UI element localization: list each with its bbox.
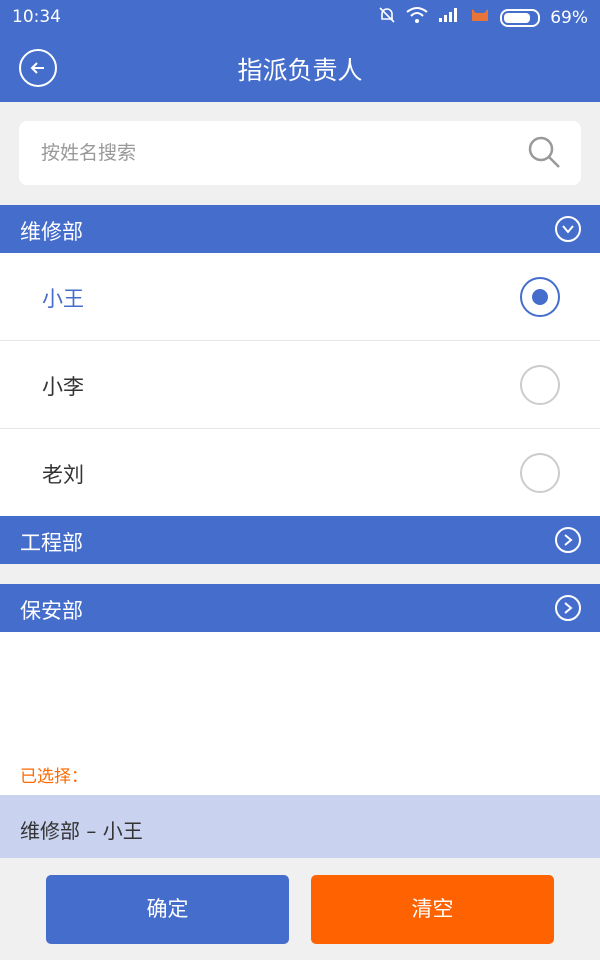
- selected-value: 维修部 – 小王: [20, 819, 143, 843]
- confirm-button[interactable]: 确定: [46, 875, 289, 944]
- cat-app-icon: [470, 6, 490, 29]
- page-title: 指派负责人: [237, 56, 363, 85]
- footer: 确定 清空: [0, 858, 600, 960]
- title-bar: 指派负责人: [0, 34, 600, 102]
- signal-icon: [438, 7, 460, 28]
- radio-unselected[interactable]: [520, 365, 560, 405]
- status-time: 10:34: [12, 7, 61, 27]
- department-header-engineering[interactable]: 工程部: [0, 516, 600, 564]
- radio-unselected[interactable]: [520, 453, 560, 493]
- search-icon[interactable]: [527, 135, 561, 173]
- department-name: 维修部: [20, 220, 83, 244]
- department-header-maintenance[interactable]: 维修部: [0, 205, 600, 253]
- chevron-right-icon: [555, 595, 581, 621]
- chevron-right-icon: [555, 527, 581, 553]
- search-area: [0, 102, 600, 205]
- chevron-down-icon: [555, 216, 581, 242]
- search-box: [19, 121, 581, 185]
- department-name: 保安部: [20, 599, 83, 623]
- department-name: 工程部: [20, 531, 83, 555]
- person-name: 小王: [42, 287, 84, 311]
- person-row[interactable]: 小李: [0, 341, 600, 429]
- mute-bell-icon: [378, 6, 396, 29]
- status-bar: 10:34 69%: [0, 0, 600, 34]
- radio-selected[interactable]: [520, 277, 560, 317]
- battery-percent: 69%: [550, 7, 588, 28]
- status-icons: 69%: [378, 6, 588, 29]
- selected-summary: 维修部 – 小王: [0, 795, 600, 858]
- section-gap: [0, 564, 600, 584]
- search-input[interactable]: [41, 121, 501, 185]
- person-name: 老刘: [42, 463, 84, 487]
- person-name: 小李: [42, 375, 84, 399]
- clear-button[interactable]: 清空: [311, 875, 554, 944]
- wifi-icon: [406, 6, 428, 29]
- selected-label: 已选择：: [20, 767, 88, 787]
- department-header-security[interactable]: 保安部: [0, 584, 600, 632]
- battery-icon: [500, 8, 541, 27]
- person-row[interactable]: 小王: [0, 253, 600, 341]
- person-row[interactable]: 老刘: [0, 429, 600, 517]
